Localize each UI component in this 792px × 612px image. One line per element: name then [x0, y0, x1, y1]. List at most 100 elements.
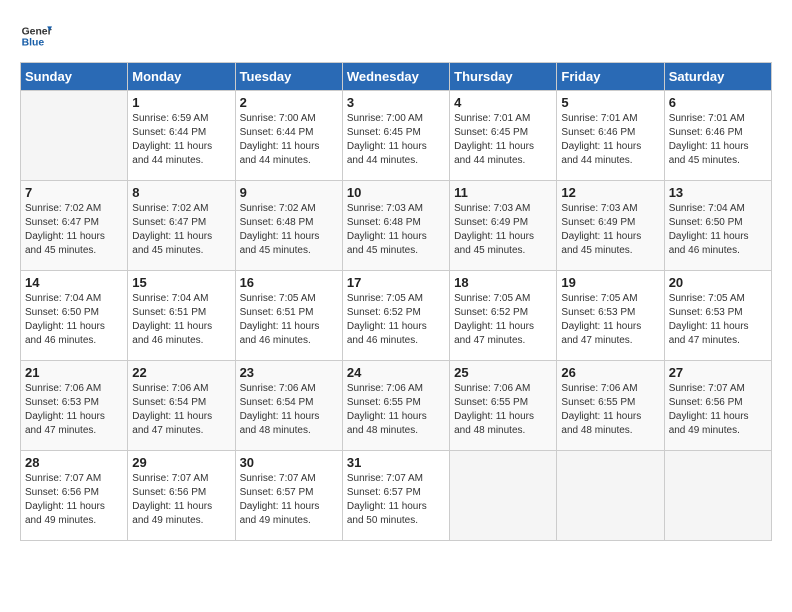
svg-text:General: General	[22, 26, 52, 37]
day-of-week-header: Monday	[128, 63, 235, 91]
day-info: Sunrise: 7:04 AMSunset: 6:50 PMDaylight:…	[25, 292, 123, 348]
day-of-week-header: Sunday	[21, 63, 128, 91]
day-info: Sunrise: 7:05 AMSunset: 6:53 PMDaylight:…	[561, 292, 659, 348]
calendar-week-row: 1 Sunrise: 6:59 AMSunset: 6:44 PMDaylight…	[21, 91, 772, 181]
day-info: Sunrise: 7:02 AMSunset: 6:47 PMDaylight:…	[25, 202, 123, 258]
day-number: 24	[347, 365, 445, 380]
day-number: 13	[669, 185, 767, 200]
day-of-week-header: Wednesday	[342, 63, 449, 91]
day-of-week-header: Friday	[557, 63, 664, 91]
calendar-cell: 15Sunrise: 7:04 AMSunset: 6:51 PMDayligh…	[128, 271, 235, 361]
day-info: Sunrise: 7:04 AMSunset: 6:50 PMDaylight:…	[669, 202, 767, 258]
logo-icon: General Blue	[20, 20, 52, 52]
day-info: Sunrise: 7:01 AMSunset: 6:46 PMDaylight:…	[669, 112, 767, 168]
calendar-header-row: SundayMondayTuesdayWednesdayThursdayFrid…	[21, 63, 772, 91]
day-number: 8	[132, 185, 230, 200]
day-number: 2	[240, 95, 338, 110]
day-number: 4	[454, 95, 552, 110]
calendar-cell: 3Sunrise: 7:00 AMSunset: 6:45 PMDaylight…	[342, 91, 449, 181]
day-of-week-header: Tuesday	[235, 63, 342, 91]
day-info: Sunrise: 7:07 AMSunset: 6:57 PMDaylight:…	[240, 472, 338, 528]
day-info: Sunrise: 7:01 AMSunset: 6:45 PMDaylight:…	[454, 112, 552, 168]
calendar-cell: 7Sunrise: 7:02 AMSunset: 6:47 PMDaylight…	[21, 181, 128, 271]
calendar-week-row: 21 Sunrise: 7:06 AMSunset: 6:53 PMDayligh…	[21, 361, 772, 451]
calendar-cell: 11Sunrise: 7:03 AMSunset: 6:49 PMDayligh…	[450, 181, 557, 271]
calendar-cell: 26Sunrise: 7:06 AMSunset: 6:55 PMDayligh…	[557, 361, 664, 451]
calendar-cell: 13 Sunrise: 7:04 AMSunset: 6:50 PMDayligh…	[664, 181, 771, 271]
calendar-cell: 31 Sunrise: 7:07 AMSunset: 6:57 PMDayligh…	[342, 451, 449, 541]
day-info: Sunrise: 6:59 AMSunset: 6:44 PMDaylight:…	[132, 112, 230, 168]
calendar-cell: 25 Sunrise: 7:06 AMSunset: 6:55 PMDayligh…	[450, 361, 557, 451]
calendar-cell: 22Sunrise: 7:06 AMSunset: 6:54 PMDayligh…	[128, 361, 235, 451]
calendar-week-row: 28 Sunrise: 7:07 AMSunset: 6:56 PMDayligh…	[21, 451, 772, 541]
day-number: 1	[132, 95, 230, 110]
day-info: Sunrise: 7:02 AMSunset: 6:47 PMDaylight:…	[132, 202, 230, 258]
calendar-table: SundayMondayTuesdayWednesdayThursdayFrid…	[20, 62, 772, 541]
day-number: 11	[454, 185, 552, 200]
calendar-cell: 30 Sunrise: 7:07 AMSunset: 6:57 PMDayligh…	[235, 451, 342, 541]
day-info: Sunrise: 7:07 AMSunset: 6:56 PMDaylight:…	[669, 382, 767, 438]
day-info: Sunrise: 7:00 AMSunset: 6:45 PMDaylight:…	[347, 112, 445, 168]
calendar-cell: 24 Sunrise: 7:06 AMSunset: 6:55 PMDayligh…	[342, 361, 449, 451]
day-info: Sunrise: 7:05 AMSunset: 6:53 PMDaylight:…	[669, 292, 767, 348]
calendar-cell: 6 Sunrise: 7:01 AMSunset: 6:46 PMDaylight…	[664, 91, 771, 181]
day-of-week-header: Thursday	[450, 63, 557, 91]
day-number: 30	[240, 455, 338, 470]
day-info: Sunrise: 7:01 AMSunset: 6:46 PMDaylight:…	[561, 112, 659, 168]
day-info: Sunrise: 7:05 AMSunset: 6:51 PMDaylight:…	[240, 292, 338, 348]
calendar-cell: 10 Sunrise: 7:03 AMSunset: 6:48 PMDayligh…	[342, 181, 449, 271]
day-number: 20	[669, 275, 767, 290]
day-number: 5	[561, 95, 659, 110]
day-info: Sunrise: 7:07 AMSunset: 6:57 PMDaylight:…	[347, 472, 445, 528]
day-info: Sunrise: 7:06 AMSunset: 6:55 PMDaylight:…	[347, 382, 445, 438]
day-number: 14	[25, 275, 123, 290]
day-number: 6	[669, 95, 767, 110]
calendar-cell: 2Sunrise: 7:00 AMSunset: 6:44 PMDaylight…	[235, 91, 342, 181]
calendar-week-row: 7Sunrise: 7:02 AMSunset: 6:47 PMDaylight…	[21, 181, 772, 271]
calendar-cell: 29Sunrise: 7:07 AMSunset: 6:56 PMDayligh…	[128, 451, 235, 541]
day-number: 25	[454, 365, 552, 380]
day-number: 21	[25, 365, 123, 380]
calendar-cell: 18 Sunrise: 7:05 AMSunset: 6:52 PMDayligh…	[450, 271, 557, 361]
day-number: 26	[561, 365, 659, 380]
day-info: Sunrise: 7:06 AMSunset: 6:54 PMDaylight:…	[240, 382, 338, 438]
day-number: 19	[561, 275, 659, 290]
day-number: 22	[132, 365, 230, 380]
day-info: Sunrise: 7:04 AMSunset: 6:51 PMDaylight:…	[132, 292, 230, 348]
calendar-cell: 27 Sunrise: 7:07 AMSunset: 6:56 PMDayligh…	[664, 361, 771, 451]
day-number: 16	[240, 275, 338, 290]
logo: General Blue	[20, 20, 52, 52]
day-info: Sunrise: 7:03 AMSunset: 6:49 PMDaylight:…	[561, 202, 659, 258]
calendar-cell: 14 Sunrise: 7:04 AMSunset: 6:50 PMDayligh…	[21, 271, 128, 361]
calendar-cell	[21, 91, 128, 181]
calendar-cell: 4 Sunrise: 7:01 AMSunset: 6:45 PMDaylight…	[450, 91, 557, 181]
day-info: Sunrise: 7:06 AMSunset: 6:55 PMDaylight:…	[454, 382, 552, 438]
calendar-cell	[450, 451, 557, 541]
day-number: 12	[561, 185, 659, 200]
calendar-cell: 23 Sunrise: 7:06 AMSunset: 6:54 PMDayligh…	[235, 361, 342, 451]
calendar-cell: 21 Sunrise: 7:06 AMSunset: 6:53 PMDayligh…	[21, 361, 128, 451]
calendar-cell: 8 Sunrise: 7:02 AMSunset: 6:47 PMDaylight…	[128, 181, 235, 271]
day-info: Sunrise: 7:03 AMSunset: 6:48 PMDaylight:…	[347, 202, 445, 258]
day-info: Sunrise: 7:07 AMSunset: 6:56 PMDaylight:…	[25, 472, 123, 528]
calendar-cell: 19 Sunrise: 7:05 AMSunset: 6:53 PMDayligh…	[557, 271, 664, 361]
calendar-cell	[664, 451, 771, 541]
calendar-cell: 28 Sunrise: 7:07 AMSunset: 6:56 PMDayligh…	[21, 451, 128, 541]
day-number: 31	[347, 455, 445, 470]
calendar-week-row: 14 Sunrise: 7:04 AMSunset: 6:50 PMDayligh…	[21, 271, 772, 361]
calendar-cell: 1 Sunrise: 6:59 AMSunset: 6:44 PMDaylight…	[128, 91, 235, 181]
day-number: 10	[347, 185, 445, 200]
day-number: 28	[25, 455, 123, 470]
day-of-week-header: Saturday	[664, 63, 771, 91]
day-number: 18	[454, 275, 552, 290]
day-number: 9	[240, 185, 338, 200]
day-info: Sunrise: 7:06 AMSunset: 6:53 PMDaylight:…	[25, 382, 123, 438]
day-info: Sunrise: 7:05 AMSunset: 6:52 PMDaylight:…	[454, 292, 552, 348]
day-number: 23	[240, 365, 338, 380]
calendar-cell: 9 Sunrise: 7:02 AMSunset: 6:48 PMDaylight…	[235, 181, 342, 271]
calendar-cell	[557, 451, 664, 541]
day-number: 27	[669, 365, 767, 380]
calendar-cell: 20 Sunrise: 7:05 AMSunset: 6:53 PMDayligh…	[664, 271, 771, 361]
day-info: Sunrise: 7:07 AMSunset: 6:56 PMDaylight:…	[132, 472, 230, 528]
day-info: Sunrise: 7:02 AMSunset: 6:48 PMDaylight:…	[240, 202, 338, 258]
